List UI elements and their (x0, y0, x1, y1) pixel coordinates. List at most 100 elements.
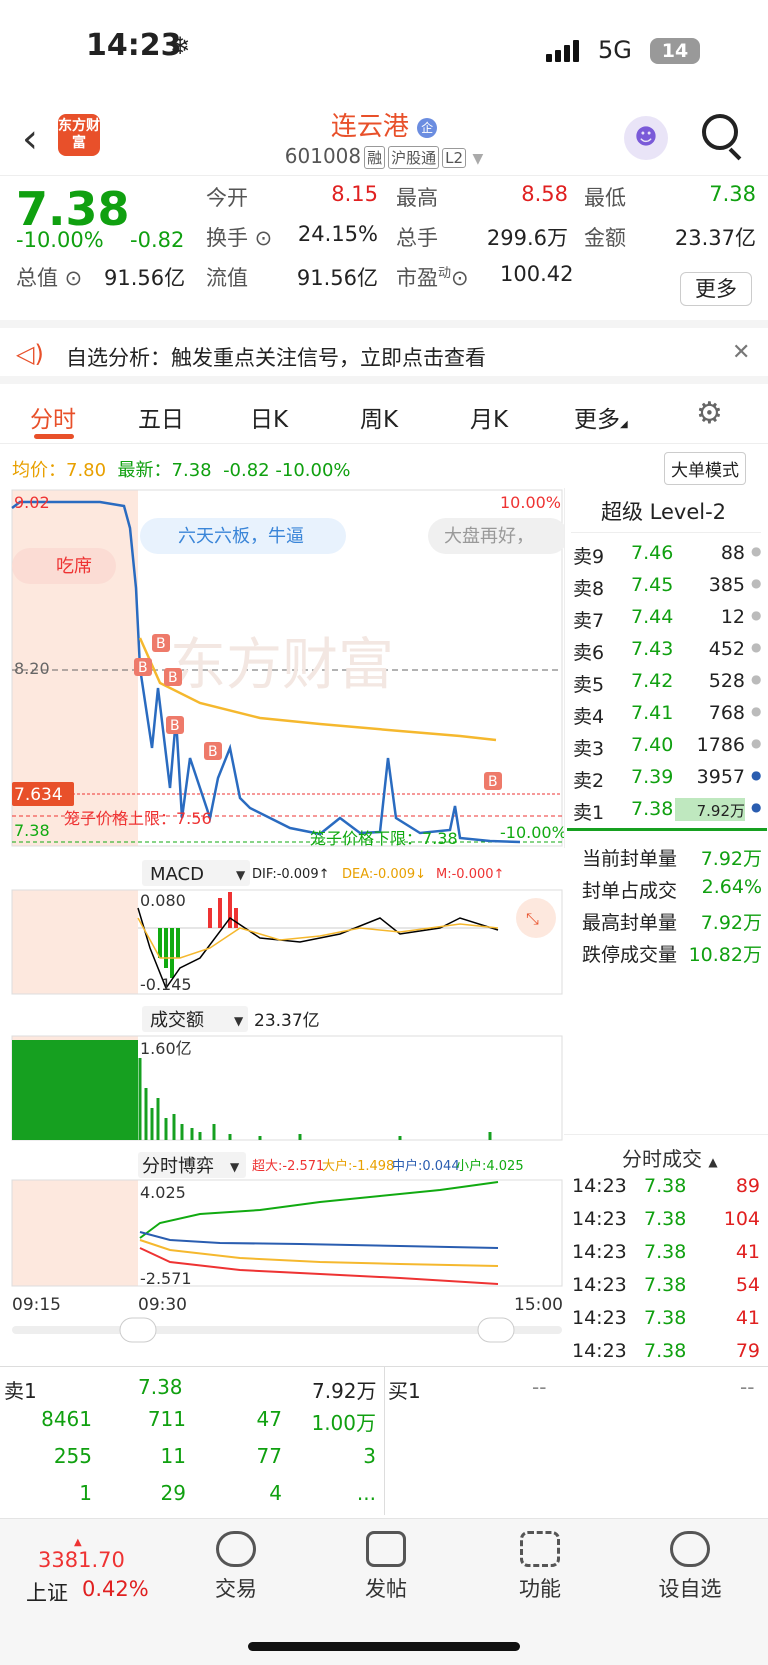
tick-time: 14:23 (572, 1175, 627, 1197)
ask-price: 7.40 (631, 734, 674, 756)
amount-label: 金额 (584, 226, 626, 250)
tick-volume: 41 (735, 1307, 760, 1329)
period-tabs: 分时 五日 日K 周K 月K 更多◢ ⚙ (0, 384, 768, 444)
ask-level-label: 卖6 (573, 642, 605, 664)
ask-volume: 88 (720, 542, 745, 564)
tab-underline (34, 434, 74, 439)
queue-cell: 29 (160, 1481, 186, 1505)
ask-price: 7.39 (631, 766, 674, 788)
buy-marker-text: B (168, 670, 178, 686)
dot-icon: ● (751, 544, 762, 558)
time-label: 15:00 (514, 1295, 563, 1315)
big-order-mode-button[interactable]: 大单模式 (664, 452, 746, 485)
enterprise-badge-icon: 企 (417, 117, 438, 138)
game-pre-shade (12, 1180, 138, 1286)
assistant-robot-icon[interactable]: ☻ (624, 116, 668, 160)
volume-value: 299.6万 (486, 226, 568, 250)
close-icon[interactable]: ✕ (732, 340, 750, 365)
macd-top-label: 0.080 (140, 891, 186, 910)
tick-time: 14:23 (572, 1241, 627, 1263)
float-label: 流值 (206, 266, 248, 290)
nav-post[interactable]: 发帖 (336, 1531, 436, 1603)
stock-header: ‹ 东方财富 连云港 企 601008 融沪股通 L2 ▼ ☻ (0, 100, 768, 176)
clock: 14:23 (86, 28, 182, 63)
tab-5day[interactable]: 五日 (138, 400, 184, 434)
tab-daily[interactable]: 日K (250, 400, 288, 434)
ask-price: 7.41 (631, 702, 674, 724)
tick-price: 7.38 (644, 1274, 687, 1296)
index-name[interactable]: 上证 (26, 1577, 68, 1607)
nav-trade[interactable]: 交易 (186, 1531, 286, 1603)
stat-value: 7.92万 (700, 848, 762, 870)
settings-gear-icon[interactable]: ⚙ (696, 396, 723, 431)
time-label: 09:15 (12, 1295, 61, 1315)
nav-add-watchlist[interactable]: 设自选 (640, 1531, 740, 1603)
tick-time: 14:23 (572, 1274, 627, 1296)
tick-panel: 分时成交 ▲ 14:23 7.38 89 14:23 7.38 104 14:23 7.38 4… (564, 1134, 768, 1364)
more-button[interactable]: 更多 (680, 272, 752, 306)
notice-text: 自选分析：触发重点关注信号，立即点击查看 (66, 346, 486, 370)
tick-price: 7.38 (644, 1208, 687, 1230)
status-bar: 14:23 ❄ 5G 14 (0, 0, 768, 100)
ask-volume: 768 (708, 702, 745, 724)
ask-list: 卖9 7.46 88 ● 卖8 7.45 385 ● 卖7 7.44 12 ● 卖6 7.43 452 ● 卖5… (565, 536, 768, 824)
tab-intraday[interactable]: 分时 (30, 400, 76, 434)
ask-price: 7.42 (631, 670, 674, 692)
chevron-down-icon[interactable]: ▼ (472, 151, 483, 167)
low-label: 最低 (584, 186, 626, 210)
game-panel-label: 分时博弈 (142, 1156, 214, 1177)
macd-bot-label: -0.145 (140, 975, 192, 994)
ask-price: 7.44 (631, 606, 674, 628)
amount-value: 23.37亿 (674, 226, 756, 250)
seal-stats: 当前封单量 7.92万 封单占成交 2.64% 最高封单量 7.92万 跌停成交量 10.82… (564, 842, 768, 1002)
sell1-volume: 7.92万 (312, 1379, 377, 1403)
ask-volume: 7.92万 (675, 798, 745, 821)
cursor-value: 7.634 (14, 785, 63, 805)
tab-weekly[interactable]: 周K (360, 400, 398, 434)
ask-volume: 385 (708, 574, 745, 596)
index-pct[interactable]: 0.42% (82, 1577, 149, 1601)
tick-time: 14:23 (572, 1340, 627, 1362)
queue-cell: 1 (79, 1481, 92, 1505)
order-queue: 卖1 7.38 7.92万 买1 -- -- 8461 711 47 1.00万 255… (0, 1366, 768, 1516)
queue-cell: 47 (256, 1407, 282, 1431)
dot-icon: ● (751, 704, 762, 718)
dif-value: DIF:-0.009↑ (252, 867, 330, 882)
dot-icon: ● (751, 736, 762, 750)
small-line (139, 1181, 499, 1239)
ask-level-label: 卖7 (573, 610, 605, 632)
amount-top-label: 1.60亿 (140, 1039, 192, 1058)
tab-monthly[interactable]: 月K (470, 400, 508, 434)
range-handle-right[interactable] (477, 1317, 515, 1343)
queue-cell: ... (356, 1481, 376, 1505)
buy1-price: -- (532, 1375, 547, 1399)
m-value: M:-0.000↑ (436, 867, 504, 882)
big-value: 大户:-1.498 (322, 1158, 394, 1174)
tick-title[interactable]: 分时成交 ▲ (622, 1143, 718, 1172)
mid-line (139, 1231, 499, 1249)
tick-volume: 104 (723, 1208, 760, 1230)
trade-icon (216, 1531, 256, 1567)
nav-function[interactable]: 功能 (490, 1531, 590, 1603)
ask-volume: 1786 (696, 734, 745, 756)
low-value: 7.38 (709, 182, 756, 206)
stat-value: 10.82万 (688, 944, 762, 966)
tick-price: 7.38 (644, 1175, 687, 1197)
ask-price: 7.46 (631, 542, 674, 564)
speaker-icon: ◁) (16, 340, 44, 368)
intraday-chart[interactable]: 东方财富 9.02 7.38 8.20 7.634 10.00% -10.00%… (0, 488, 564, 1348)
dot-icon: ● (751, 800, 762, 814)
queue-cell: 255 (53, 1444, 92, 1468)
macd-pos-bars (208, 892, 238, 928)
index-value[interactable]: ▲ 3381.70 (38, 1537, 125, 1572)
range-handle-left[interactable] (119, 1317, 157, 1343)
open-value: 8.15 (331, 182, 378, 206)
dropdown-icon: ▼ (236, 868, 246, 882)
notice-bar[interactable]: ◁) 自选分析：触发重点关注信号，立即点击查看 ✕ (0, 320, 768, 384)
buy-marker-text: B (138, 660, 148, 676)
ask-level-label: 卖3 (573, 738, 605, 760)
search-icon[interactable] (702, 114, 738, 150)
ask-price: 7.43 (631, 638, 674, 660)
stat-label: 当前封单量 (582, 848, 678, 870)
tab-more[interactable]: 更多◢ (574, 400, 628, 434)
